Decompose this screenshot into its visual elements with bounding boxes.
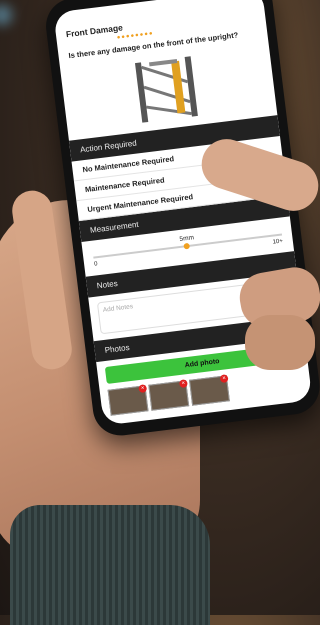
slider-min: 0 — [93, 261, 98, 268]
sweater-sleeve — [10, 505, 210, 625]
slider-max: 10+ — [272, 238, 284, 246]
remove-photo-icon[interactable]: × — [178, 379, 188, 389]
bokeh-light — [0, 5, 12, 25]
right-finger — [245, 315, 315, 370]
slider-knob[interactable] — [183, 242, 191, 250]
remove-photo-icon[interactable]: × — [138, 384, 148, 394]
photo-thumbnail[interactable]: × — [148, 379, 190, 411]
photo-thumbnail[interactable]: × — [189, 374, 230, 406]
rack-upright-image — [134, 56, 198, 123]
photo-thumbnail[interactable]: × — [107, 384, 149, 416]
remove-photo-icon[interactable]: × — [219, 374, 229, 384]
